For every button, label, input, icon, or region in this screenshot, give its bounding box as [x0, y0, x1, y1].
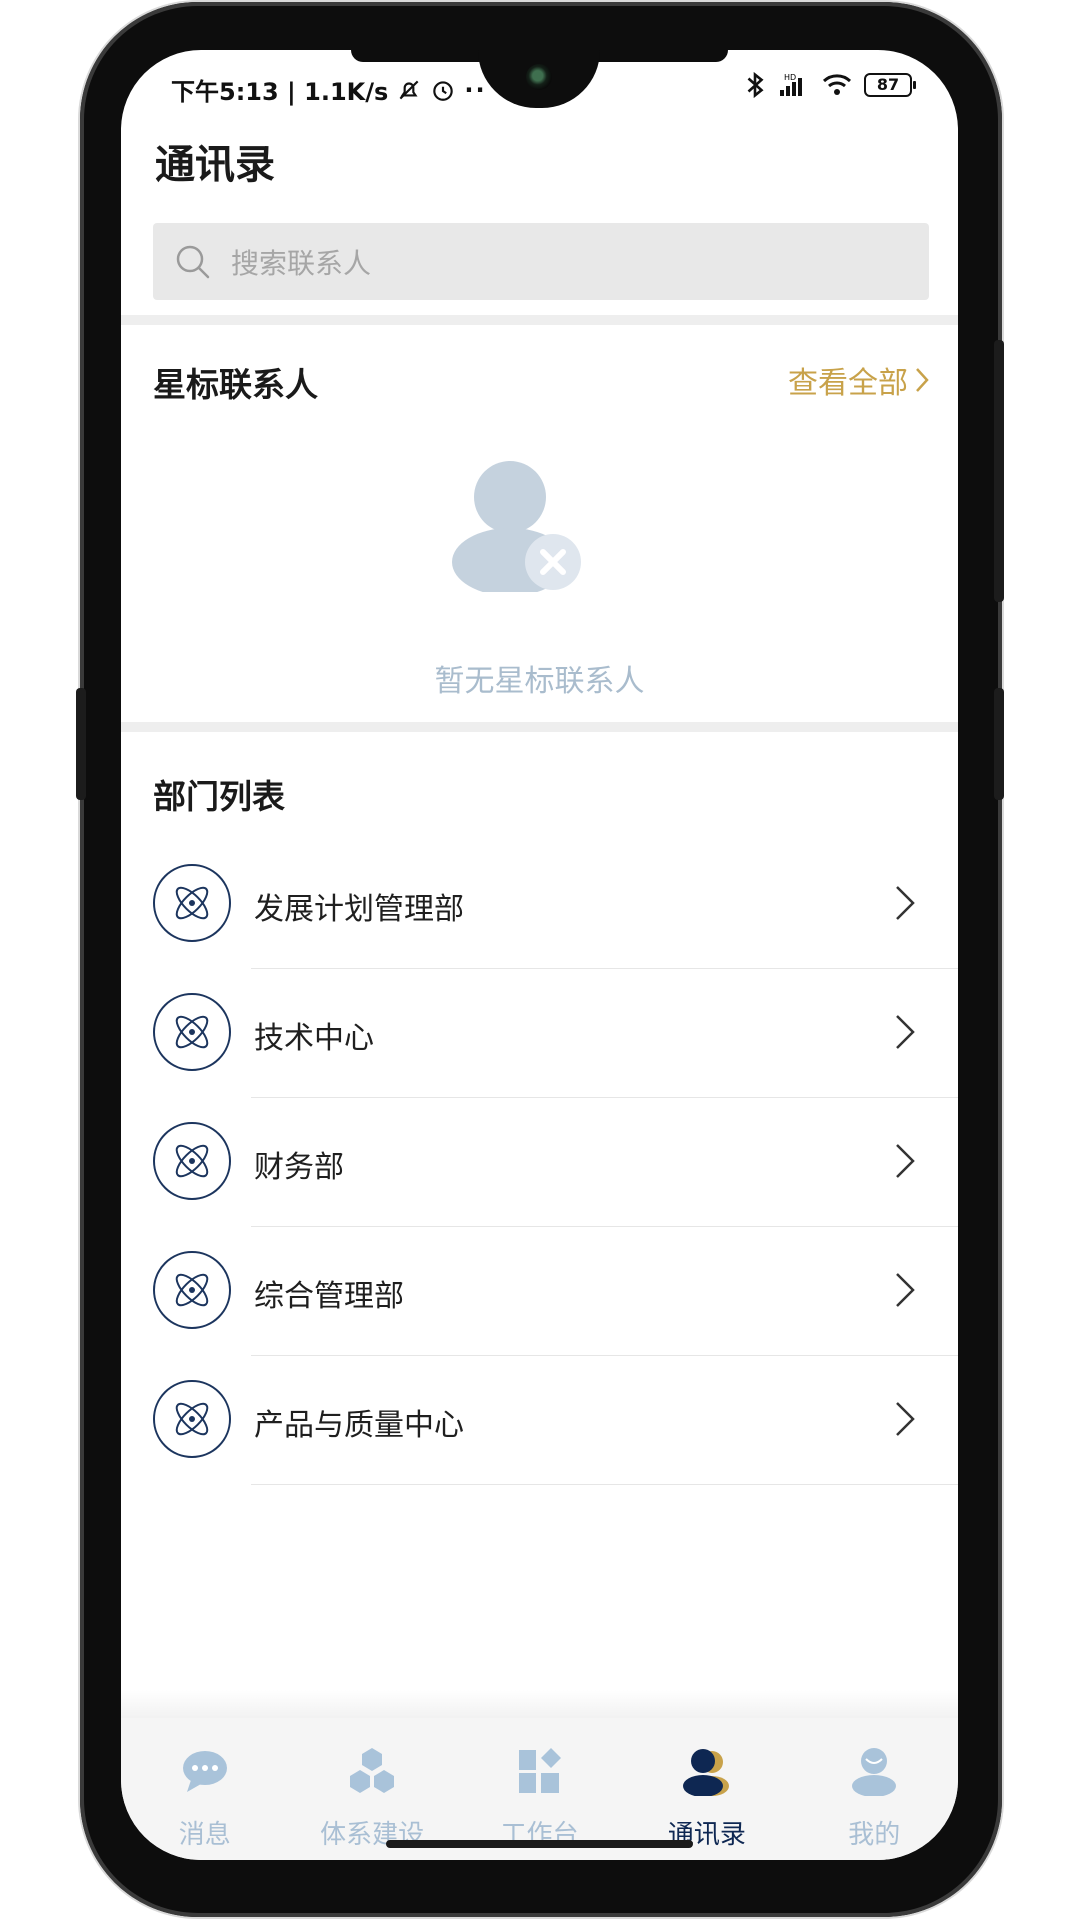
contacts-icon	[682, 1749, 729, 1796]
starred-section-title: 星标联系人	[153, 365, 318, 404]
side-button	[994, 688, 1004, 800]
empty-contact-icon	[452, 461, 581, 592]
search-placeholder: 搜索联系人	[231, 246, 372, 280]
chevron-right-icon	[896, 886, 915, 920]
tab-workbench[interactable]: 工作台	[456, 1718, 623, 1860]
tab-contacts[interactable]: 通讯录	[623, 1718, 790, 1860]
mute-bell-icon	[399, 80, 419, 99]
search-icon	[176, 245, 210, 278]
department-item[interactable]: 发展计划管理部	[121, 840, 958, 969]
grid-apps-icon	[519, 1748, 562, 1793]
wifi-icon	[822, 74, 852, 95]
department-name: 技术中心	[254, 1021, 374, 1056]
side-button	[76, 688, 86, 800]
empty-starred-text: 暂无星标联系人	[434, 664, 645, 699]
view-all-link[interactable]: 查看全部	[788, 358, 930, 402]
home-indicator[interactable]	[386, 1840, 693, 1848]
chevron-right-icon	[896, 1273, 915, 1307]
tab-messages[interactable]: 消息	[121, 1718, 288, 1860]
department-item[interactable]: 财务部	[121, 1098, 958, 1227]
department-item[interactable]: 技术中心	[121, 969, 958, 1098]
chat-bubble-icon	[182, 1751, 227, 1792]
tab-profile[interactable]: 我的	[791, 1718, 958, 1860]
status-time: 下午5:13 | 1.1K/s	[171, 78, 389, 106]
search-bar[interactable]: 搜索联系人	[153, 223, 929, 300]
section-divider	[121, 722, 958, 732]
department-item[interactable]: 产品与质量中心	[121, 1356, 958, 1485]
department-name: 财务部	[254, 1150, 344, 1185]
atom-logo-icon	[153, 1251, 231, 1329]
department-name: 发展计划管理部	[254, 892, 464, 927]
more-dots-icon: ··	[464, 75, 487, 104]
tab-label: 消息	[178, 1820, 231, 1850]
section-divider	[121, 315, 958, 325]
battery-indicator: 87	[864, 73, 916, 97]
bluetooth-icon	[747, 72, 764, 98]
view-all-label: 查看全部	[788, 366, 908, 401]
chevron-right-icon	[896, 1144, 915, 1178]
svg-text:HD: HD	[784, 73, 796, 82]
chevron-right-icon	[896, 1015, 915, 1049]
row-divider	[251, 1484, 958, 1485]
atom-logo-icon	[153, 1122, 231, 1200]
department-name: 综合管理部	[254, 1279, 404, 1314]
signal-hd-icon: HD	[780, 73, 802, 96]
alarm-icon	[433, 80, 454, 101]
atom-logo-icon	[153, 864, 231, 942]
cubes-icon	[350, 1748, 395, 1793]
status-bar: 下午5:13 | 1.1K/s ·· HD 87	[121, 64, 958, 114]
chevron-right-icon	[896, 1402, 915, 1436]
department-name: 产品与质量中心	[254, 1408, 464, 1443]
page-title: 通讯录	[155, 142, 275, 188]
departments-section-title: 部门列表	[153, 777, 285, 816]
department-item[interactable]: 综合管理部	[121, 1227, 958, 1356]
chevron-right-icon	[916, 368, 929, 392]
profile-icon	[852, 1748, 897, 1796]
tabbar-shadow	[121, 1690, 958, 1720]
tab-system-building[interactable]: 体系建设	[288, 1718, 455, 1860]
atom-logo-icon	[153, 993, 231, 1071]
side-button	[994, 340, 1004, 602]
department-list: 发展计划管理部 技术中心 财务部 综合管理部 产品与质量中心	[121, 840, 958, 1485]
app-screen: 下午5:13 | 1.1K/s ·· HD 87 通讯录 搜索联系人 星标联系人…	[121, 50, 958, 1860]
tab-label: 我的	[848, 1820, 901, 1850]
atom-logo-icon	[153, 1380, 231, 1458]
bottom-tab-bar: 消息 体系建设 工作台 通讯录 我的	[121, 1718, 958, 1860]
